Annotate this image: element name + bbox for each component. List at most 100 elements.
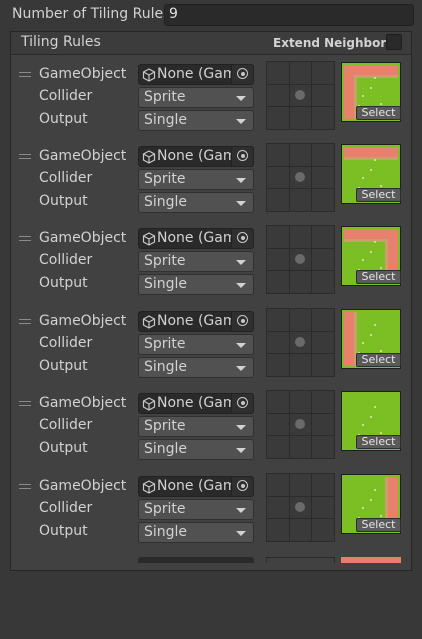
gameobject-value: None (Game Object) bbox=[157, 148, 231, 164]
grass-blade bbox=[380, 515, 382, 517]
output-dropdown[interactable]: Single bbox=[138, 439, 254, 460]
neighbor-grid[interactable] bbox=[266, 143, 335, 212]
grass-blade bbox=[380, 267, 382, 269]
gameobject-field[interactable]: None (Game Object) bbox=[138, 146, 254, 167]
grass-blade bbox=[374, 159, 376, 161]
grass-blade bbox=[362, 507, 364, 509]
gameobject-value: None (Game Object) bbox=[157, 230, 231, 246]
neighbor-grid[interactable] bbox=[266, 473, 335, 542]
chevron-down-icon bbox=[236, 260, 246, 265]
cube-icon bbox=[142, 397, 156, 411]
tiling-rule: GameObject Collider Output None (Game Ob… bbox=[11, 473, 411, 558]
output-value: Single bbox=[144, 276, 188, 292]
grass-blade bbox=[374, 324, 376, 326]
gameobject-field[interactable]: None (Game Object) bbox=[138, 311, 254, 332]
object-picker-icon[interactable] bbox=[231, 312, 253, 331]
center-cell-icon bbox=[295, 172, 305, 182]
object-picker-icon[interactable] bbox=[231, 477, 253, 496]
gameobject-label: GameObject bbox=[39, 66, 127, 82]
gameobject-field[interactable]: None (Game Object) bbox=[138, 393, 254, 414]
output-dropdown[interactable]: Single bbox=[138, 274, 254, 295]
object-picker-icon[interactable] bbox=[231, 147, 253, 166]
drag-handle-icon[interactable] bbox=[19, 319, 31, 327]
tiling-rules-count-input[interactable]: 9 bbox=[164, 4, 414, 26]
sprite-select-button[interactable]: Select bbox=[356, 353, 401, 367]
output-label: Output bbox=[39, 440, 88, 456]
object-picker-icon[interactable] bbox=[231, 229, 253, 248]
gameobject-label: GameObject bbox=[39, 148, 127, 164]
tiling-rules-count-label: Number of Tiling Rules bbox=[12, 6, 164, 22]
extend-neighbor-label: Extend Neighbor bbox=[273, 36, 387, 50]
neighbor-grid[interactable] bbox=[266, 225, 335, 294]
output-value: Single bbox=[144, 194, 188, 210]
collider-dropdown[interactable]: Sprite bbox=[138, 499, 254, 520]
grass-blade bbox=[362, 259, 364, 261]
neighbor-grid[interactable] bbox=[266, 557, 335, 563]
gameobject-field[interactable]: None (Game Object) bbox=[138, 228, 254, 249]
collider-value: Sprite bbox=[144, 501, 186, 517]
chevron-down-icon bbox=[236, 201, 246, 206]
grass-blade bbox=[362, 177, 364, 179]
tiling-rule: GameObject Collider Output None (Game Ob… bbox=[11, 143, 411, 228]
grass-blade bbox=[370, 499, 372, 501]
chevron-down-icon bbox=[236, 119, 246, 124]
cube-icon bbox=[142, 150, 156, 164]
grass-blade bbox=[374, 241, 376, 243]
output-dropdown[interactable]: Single bbox=[138, 110, 254, 131]
cube-icon bbox=[142, 480, 156, 494]
object-picker-icon[interactable] bbox=[231, 65, 253, 84]
grass-blade bbox=[374, 406, 376, 408]
collider-dropdown[interactable]: Sprite bbox=[138, 251, 254, 272]
gameobject-field[interactable] bbox=[138, 557, 254, 563]
output-dropdown[interactable]: Single bbox=[138, 357, 254, 378]
gameobject-value: None (Game Object) bbox=[157, 313, 231, 329]
gameobject-label: GameObject bbox=[39, 230, 127, 246]
grass-blade bbox=[362, 95, 364, 97]
drag-handle-icon[interactable] bbox=[19, 484, 31, 492]
sprite-select-button[interactable]: Select bbox=[356, 518, 401, 532]
gameobject-field[interactable]: None (Game Object) bbox=[138, 64, 254, 85]
center-cell-icon bbox=[295, 90, 305, 100]
collider-label: Collider bbox=[39, 335, 93, 351]
output-label: Output bbox=[39, 523, 88, 539]
grass-blade bbox=[370, 416, 372, 418]
sprite-select-button[interactable]: Select bbox=[356, 435, 401, 449]
drag-handle-icon[interactable] bbox=[19, 236, 31, 244]
sprite-select-button[interactable]: Select bbox=[356, 188, 401, 202]
chevron-down-icon bbox=[236, 531, 246, 536]
sprite-select-button[interactable]: Select bbox=[356, 270, 401, 284]
neighbor-grid[interactable] bbox=[266, 390, 335, 459]
drag-handle-icon[interactable] bbox=[19, 401, 31, 409]
center-cell-icon bbox=[295, 254, 305, 264]
gameobject-value: None (Game Object) bbox=[157, 66, 231, 82]
output-dropdown[interactable]: Single bbox=[138, 522, 254, 543]
grass-blade bbox=[374, 77, 376, 79]
chevron-down-icon bbox=[236, 448, 246, 453]
output-label: Output bbox=[39, 193, 88, 209]
chevron-down-icon bbox=[236, 425, 246, 430]
drag-handle-icon[interactable] bbox=[19, 72, 31, 80]
sprite-preview[interactable] bbox=[341, 557, 401, 563]
drag-handle-icon[interactable] bbox=[19, 154, 31, 162]
gameobject-label: GameObject bbox=[39, 395, 127, 411]
sprite-select-button[interactable]: Select bbox=[356, 106, 401, 120]
collider-value: Sprite bbox=[144, 89, 186, 105]
collider-dropdown[interactable]: Sprite bbox=[138, 334, 254, 355]
collider-dropdown[interactable]: Sprite bbox=[138, 169, 254, 190]
collider-dropdown[interactable]: Sprite bbox=[138, 87, 254, 108]
neighbor-grid[interactable] bbox=[266, 308, 335, 377]
collider-dropdown[interactable]: Sprite bbox=[138, 416, 254, 437]
tiling-rules-title: Tiling Rules bbox=[21, 34, 101, 50]
output-label: Output bbox=[39, 358, 88, 374]
collider-label: Collider bbox=[39, 252, 93, 268]
grass-blade bbox=[374, 489, 376, 491]
chevron-down-icon bbox=[236, 366, 246, 371]
grass-blade bbox=[370, 169, 372, 171]
center-cell-icon bbox=[295, 502, 305, 512]
neighbor-grid[interactable] bbox=[266, 61, 335, 130]
output-dropdown[interactable]: Single bbox=[138, 192, 254, 213]
gameobject-field[interactable]: None (Game Object) bbox=[138, 476, 254, 497]
object-picker-icon[interactable] bbox=[231, 394, 253, 413]
extend-neighbor-checkbox[interactable] bbox=[386, 34, 402, 50]
chevron-down-icon bbox=[236, 343, 246, 348]
